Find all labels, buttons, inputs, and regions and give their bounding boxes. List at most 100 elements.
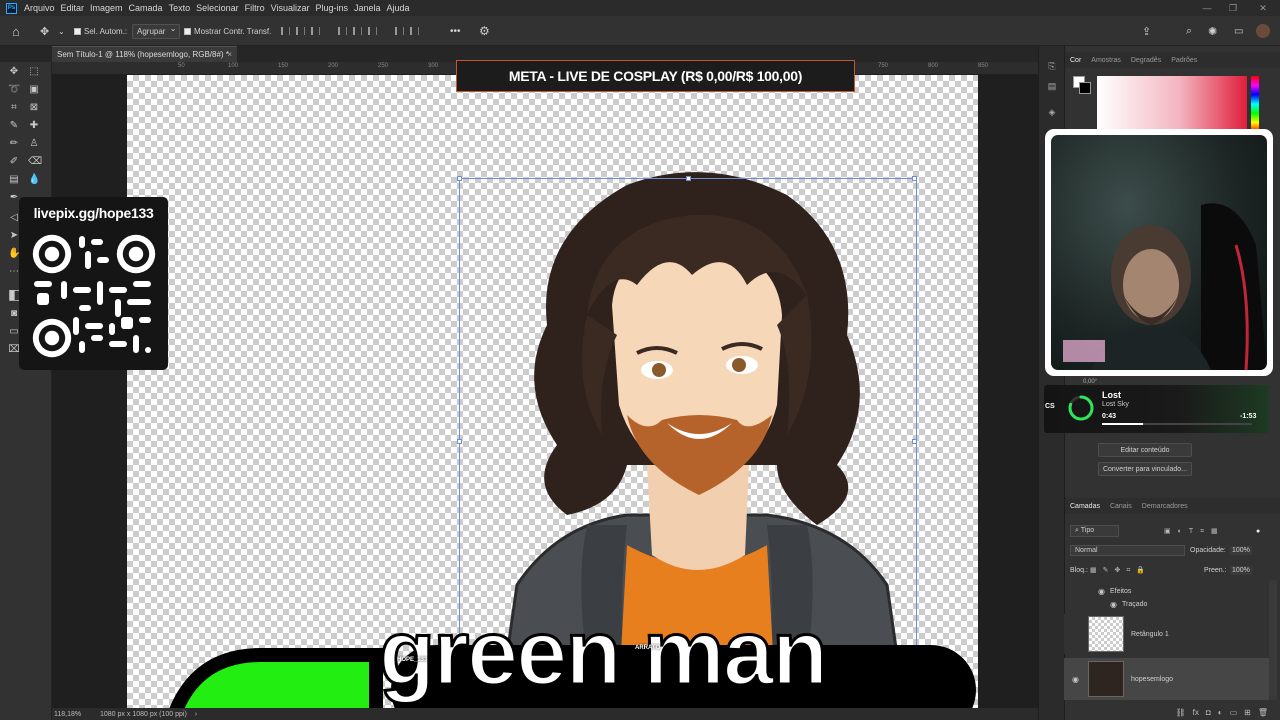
home-icon[interactable]: ⌂	[12, 16, 20, 46]
healing-tool-icon[interactable]: ✚	[28, 120, 40, 132]
eye-icon[interactable]: ◉	[1072, 675, 1079, 684]
edit-content-button[interactable]: Editar conteúdo	[1098, 443, 1192, 457]
eye-icon[interactable]: ◉	[1110, 600, 1117, 609]
brush-tool-icon[interactable]: ✏	[8, 138, 20, 150]
group-dropdown[interactable]: Agrupar	[132, 23, 181, 39]
menu-visualizar[interactable]: Visualizar	[268, 3, 313, 13]
show-transform-option[interactable]: Mostrar Contr. Transf.	[184, 16, 271, 46]
move-tool-icon[interactable]: ✥	[8, 66, 20, 78]
filter-toggle-icon[interactable]: ●	[1256, 528, 1260, 535]
stamp-tool-icon[interactable]: ♙	[28, 138, 40, 150]
eraser-tool-icon[interactable]: ⌫	[28, 156, 42, 168]
blend-mode-select[interactable]: Normal	[1070, 544, 1185, 556]
search-icon[interactable]: ⌕	[1186, 16, 1192, 46]
gradient-tool-icon[interactable]: ▤	[8, 174, 20, 186]
background-swatch[interactable]	[1079, 82, 1091, 94]
close-window-icon[interactable]: ✕	[1250, 0, 1276, 16]
document-canvas[interactable]: green man HOPE_133 ARRATO	[127, 75, 978, 708]
new-layer-icon[interactable]: ⊞	[1244, 708, 1251, 717]
filter-kind-select[interactable]: ⌕ Tipo	[1070, 525, 1120, 537]
properties-panel-icon[interactable]: ◈	[1046, 106, 1058, 118]
auto-select-checkbox[interactable]	[74, 27, 81, 35]
align-top-icon[interactable]	[338, 27, 347, 35]
align-middle-icon[interactable]	[353, 27, 362, 35]
user-avatar[interactable]	[1256, 16, 1270, 46]
tool-preset-chevron-icon[interactable]: ⌄	[58, 16, 65, 46]
canvas-area[interactable]: green man HOPE_133 ARRATO	[52, 75, 1038, 708]
menu-selecionar[interactable]: Selecionar	[193, 3, 242, 13]
transform-handle[interactable]	[912, 439, 917, 444]
menu-imagem[interactable]: Imagem	[87, 3, 126, 13]
marquee-tool-icon[interactable]: ⬚	[28, 66, 40, 78]
close-tab-icon[interactable]: ×	[227, 50, 232, 59]
tab-cor[interactable]: Cor	[1065, 57, 1086, 64]
frame-tool-icon[interactable]: ⊠	[28, 102, 40, 114]
align-center-icon[interactable]	[296, 27, 305, 35]
menu-camada[interactable]: Camada	[126, 3, 166, 13]
group-select[interactable]: Agrupar	[132, 16, 181, 46]
transform-handle[interactable]	[686, 176, 691, 181]
lasso-tool-icon[interactable]: ➰	[8, 84, 20, 96]
distribute-vertical-icon[interactable]	[410, 27, 419, 35]
folder-icon[interactable]: ▭	[1230, 708, 1238, 717]
lock-icons[interactable]: ▦✎✥⌗🔒	[1090, 566, 1151, 575]
history-brush-tool-icon[interactable]: ✐	[8, 156, 20, 168]
adjustment-icon[interactable]: ◐	[1218, 708, 1223, 717]
zoom-level[interactable]: 118,18%	[54, 711, 82, 718]
menu-janela[interactable]: Janela	[351, 3, 384, 13]
transform-handle[interactable]	[912, 176, 917, 181]
workspace-icon[interactable]: ▭	[1234, 16, 1243, 46]
restore-icon[interactable]: ❐	[1220, 0, 1246, 16]
share-icon[interactable]: ⇪	[1142, 16, 1151, 46]
fill-input[interactable]: 100%	[1230, 565, 1252, 575]
convert-linked-button[interactable]: Converter para vinculado...	[1098, 462, 1192, 476]
tab-canais[interactable]: Canais	[1105, 503, 1137, 510]
filter-type-icons[interactable]: ▣◐T⌗▦	[1164, 527, 1225, 536]
eye-icon[interactable]: ◉	[1098, 587, 1105, 596]
align-bottom-icon[interactable]	[368, 27, 377, 35]
eyedropper-tool-icon[interactable]: ✎	[8, 120, 20, 132]
crop-tool-icon[interactable]: ⌗	[8, 102, 20, 114]
layers-scrollbar[interactable]	[1269, 580, 1277, 700]
blur-tool-icon[interactable]: 💧	[28, 174, 40, 186]
tab-demarcadores[interactable]: Demarcadores	[1137, 503, 1193, 510]
menu-ajuda[interactable]: Ajuda	[384, 3, 413, 13]
layer-effects-row[interactable]: ◉ Efeitos	[1088, 584, 1280, 598]
trash-icon[interactable]: 🗑	[1258, 708, 1268, 717]
link-layers-icon[interactable]: ⛓	[1176, 708, 1186, 717]
align-right-icon[interactable]	[311, 27, 320, 35]
transform-handle[interactable]	[457, 439, 462, 444]
more-options-button[interactable]: •••	[450, 16, 461, 46]
menu-plugins[interactable]: Plug-ins	[312, 3, 351, 13]
transform-handle[interactable]	[457, 176, 462, 181]
hue-slider[interactable]	[1251, 76, 1259, 132]
status-chevron-icon[interactable]: ›	[195, 711, 197, 718]
opacity-input[interactable]: 100%	[1230, 545, 1252, 555]
lightbulb-icon[interactable]: ✺	[1208, 16, 1217, 46]
color-picker-field[interactable]	[1097, 76, 1247, 132]
menu-editar[interactable]: Editar	[58, 3, 88, 13]
mask-icon[interactable]: ◘	[1206, 708, 1211, 717]
distribute-icon[interactable]	[395, 27, 404, 35]
show-transform-checkbox[interactable]	[184, 27, 191, 35]
comments-panel-icon[interactable]: ▤	[1046, 80, 1058, 92]
menu-texto[interactable]: Texto	[166, 3, 194, 13]
align-left-icon[interactable]	[281, 27, 290, 35]
auto-select-option[interactable]: Sel. Autom.:	[74, 16, 127, 46]
tab-padroes[interactable]: Padrões	[1166, 57, 1202, 64]
layer-row-rectangle[interactable]: Retângulo 1	[1064, 614, 1269, 654]
settings-gear-icon[interactable]: ⚙	[479, 16, 490, 46]
move-tool-icon[interactable]: ✥	[40, 16, 49, 46]
tab-amostras[interactable]: Amostras	[1086, 57, 1126, 64]
fx-icon[interactable]: fx	[1193, 708, 1199, 717]
object-select-tool-icon[interactable]: ▣	[28, 84, 40, 96]
tab-camadas[interactable]: Camadas	[1065, 503, 1105, 510]
history-panel-icon[interactable]: ⎘	[1046, 60, 1058, 72]
tab-degrades[interactable]: Degradês	[1126, 57, 1166, 64]
layer-stroke-row[interactable]: ◉ Traçado	[1100, 597, 1280, 611]
menu-arquivo[interactable]: Arquivo	[21, 3, 58, 13]
minimize-icon[interactable]: —	[1194, 0, 1220, 16]
layer-row-hopesemlogo[interactable]: ◉ hopesemlogo	[1064, 658, 1269, 700]
menu-filtro[interactable]: Filtro	[242, 3, 268, 13]
document-tab[interactable]: Sem Título-1 @ 118% (hopesemlogo, RGB/8#…	[52, 46, 237, 62]
